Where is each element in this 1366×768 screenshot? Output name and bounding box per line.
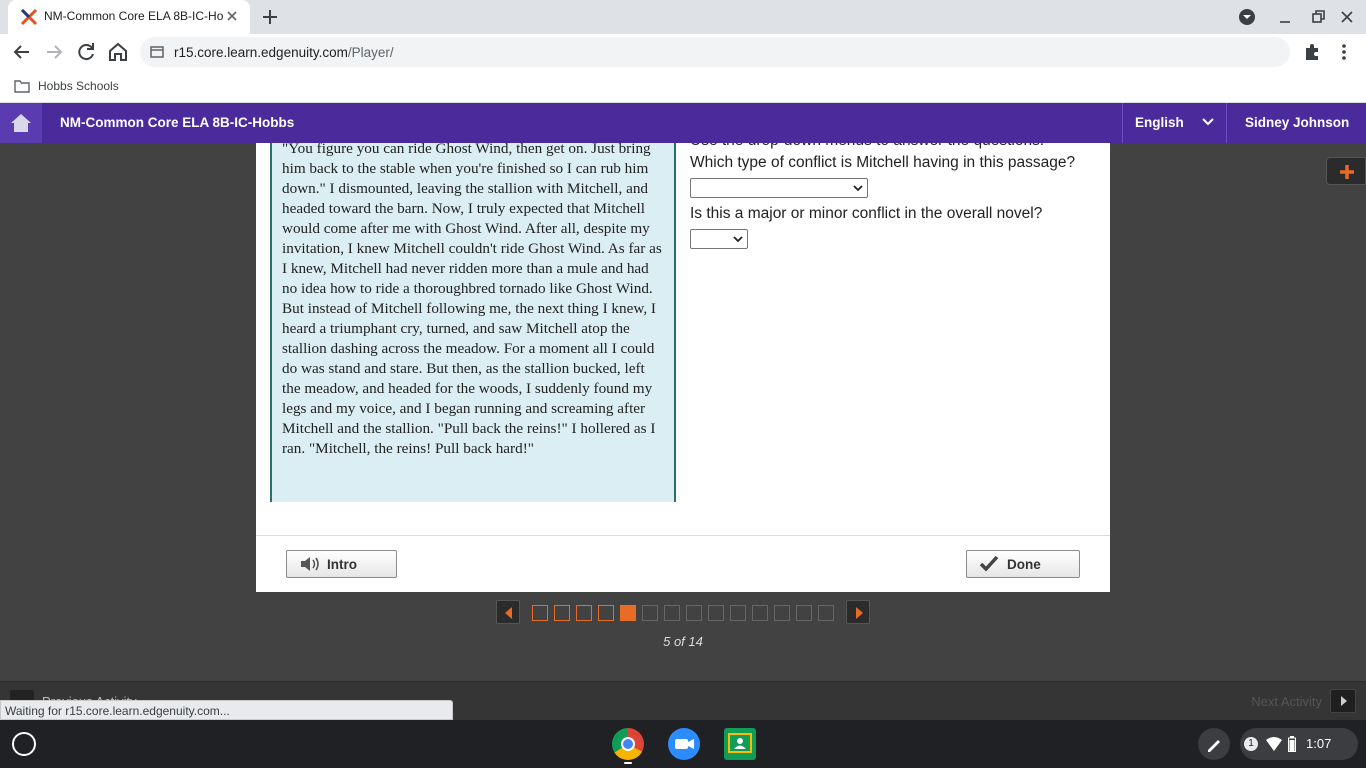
address-bar[interactable]: r15.core.learn.edgenuity.com/Player/: [140, 37, 1290, 67]
chevron-down-icon: [1202, 118, 1214, 126]
page-square-10[interactable]: [730, 605, 746, 621]
battery-icon: [1288, 736, 1296, 752]
done-button[interactable]: Done: [966, 550, 1080, 578]
next-page-button[interactable]: [846, 600, 870, 624]
notification-count: 1: [1244, 737, 1258, 751]
intro-label: Intro: [327, 557, 357, 572]
reload-icon[interactable]: [74, 40, 98, 64]
question-2-text: Is this a major or minor conflict in the…: [690, 205, 1043, 222]
intro-button[interactable]: Intro: [286, 550, 397, 578]
done-label: Done: [1007, 557, 1041, 572]
page-square-7[interactable]: [664, 605, 680, 621]
page-square-9[interactable]: [708, 605, 724, 621]
page-square-14[interactable]: [818, 605, 834, 621]
url-text: r15.core.learn.edgenuity.com/Player/: [174, 45, 394, 60]
course-title: NM-Common Core ELA 8B-IC-Hobbs: [60, 115, 295, 130]
browser-status-bubble: Waiting for r15.core.learn.edgenuity.com…: [0, 700, 453, 720]
page-count: 5 of 14: [663, 634, 703, 649]
browser-toolbar: r15.core.learn.edgenuity.com/Player/: [0, 34, 1366, 70]
question-1-dropdown[interactable]: [690, 178, 868, 198]
question-2-dropdown[interactable]: [690, 229, 748, 249]
page-square-3[interactable]: [576, 605, 592, 621]
language-label: English: [1135, 115, 1184, 130]
caret-right-icon: [856, 607, 863, 619]
chevron-down-icon: [853, 185, 863, 192]
back-icon[interactable]: [10, 40, 34, 64]
user-name: Sidney Johnson: [1245, 115, 1350, 130]
status-tray[interactable]: 1 1:07: [1240, 728, 1358, 760]
edgenuity-favicon-icon: [20, 8, 38, 26]
bookmark-hobbs-schools[interactable]: Hobbs Schools: [14, 77, 119, 95]
questions-panel: Use the drop-down menus to answer the qu…: [690, 143, 1090, 255]
expand-tools-button[interactable]: [1326, 157, 1366, 185]
tab-search-icon[interactable]: [1238, 8, 1256, 26]
page-square-2[interactable]: [554, 605, 570, 621]
page-square-5[interactable]: [620, 605, 636, 621]
caret-left-icon: [505, 607, 512, 619]
page-square-1[interactable]: [532, 605, 548, 621]
menu-icon[interactable]: [1332, 40, 1356, 64]
site-info-icon[interactable]: [150, 45, 164, 59]
activity-frame: "You figure you can ride Ghost Wind, the…: [256, 143, 1110, 592]
question-instructions: Use the drop-down menus to answer the qu…: [690, 143, 1090, 151]
folder-icon: [14, 80, 30, 93]
bookmark-label: Hobbs Schools: [38, 79, 119, 93]
tab-title: NM-Common Core ELA 8B-IC-Ho: [44, 9, 224, 23]
house-icon: [11, 114, 31, 132]
plus-icon: [1340, 165, 1354, 179]
home-button[interactable]: [0, 103, 42, 143]
next-activity-label: Next Activity: [1251, 693, 1322, 709]
launcher-icon[interactable]: [12, 732, 36, 756]
question-1-text: Which type of conflict is Mitchell havin…: [690, 154, 1076, 171]
speaker-icon: [301, 557, 319, 571]
page-square-13[interactable]: [796, 605, 812, 621]
language-selector[interactable]: English: [1122, 103, 1226, 143]
page-square-8[interactable]: [686, 605, 702, 621]
stylus-tools-button[interactable]: [1198, 728, 1230, 760]
app-header: NM-Common Core ELA 8B-IC-Hobbs English S…: [0, 103, 1366, 143]
reading-passage: "You figure you can ride Ghost Wind, the…: [270, 143, 676, 502]
minimize-icon[interactable]: [1276, 8, 1294, 26]
zoom-app-icon[interactable]: [668, 728, 700, 760]
browser-tab[interactable]: NM-Common Core ELA 8B-IC-Ho: [8, 0, 250, 34]
chevron-down-icon: [733, 236, 743, 243]
user-menu[interactable]: Sidney Johnson: [1226, 103, 1366, 143]
close-tab-icon[interactable]: [224, 8, 240, 24]
page-square-11[interactable]: [752, 605, 768, 621]
clock: 1:07: [1306, 736, 1332, 751]
page-square-12[interactable]: [774, 605, 790, 621]
page-square-6[interactable]: [642, 605, 658, 621]
close-window-icon[interactable]: [1338, 8, 1356, 26]
page-square-4[interactable]: [598, 605, 614, 621]
bookmarks-bar: Hobbs Schools: [0, 70, 1366, 103]
checkmark-icon: [979, 555, 999, 572]
home-icon[interactable]: [106, 40, 130, 64]
chrome-app-icon[interactable]: [612, 728, 644, 760]
previous-page-button[interactable]: [496, 600, 520, 624]
os-shelf: 1 1:07: [0, 720, 1366, 768]
classroom-app-icon[interactable]: [724, 728, 756, 760]
extensions-icon[interactable]: [1300, 40, 1324, 64]
url-path: /Player/: [347, 45, 394, 60]
next-activity-button[interactable]: Next Activity: [1251, 689, 1356, 713]
browser-tab-strip: NM-Common Core ELA 8B-IC-Ho: [0, 0, 1366, 34]
footer-divider: [256, 535, 1110, 536]
pen-icon: [1208, 740, 1220, 752]
wifi-icon: [1266, 737, 1282, 751]
forward-icon[interactable]: [42, 40, 66, 64]
url-host: r15.core.learn.edgenuity.com: [174, 45, 348, 60]
new-tab-icon[interactable]: [260, 7, 280, 27]
caret-right-icon: [1330, 689, 1356, 713]
restore-icon[interactable]: [1309, 8, 1327, 26]
running-indicator: [624, 762, 632, 764]
